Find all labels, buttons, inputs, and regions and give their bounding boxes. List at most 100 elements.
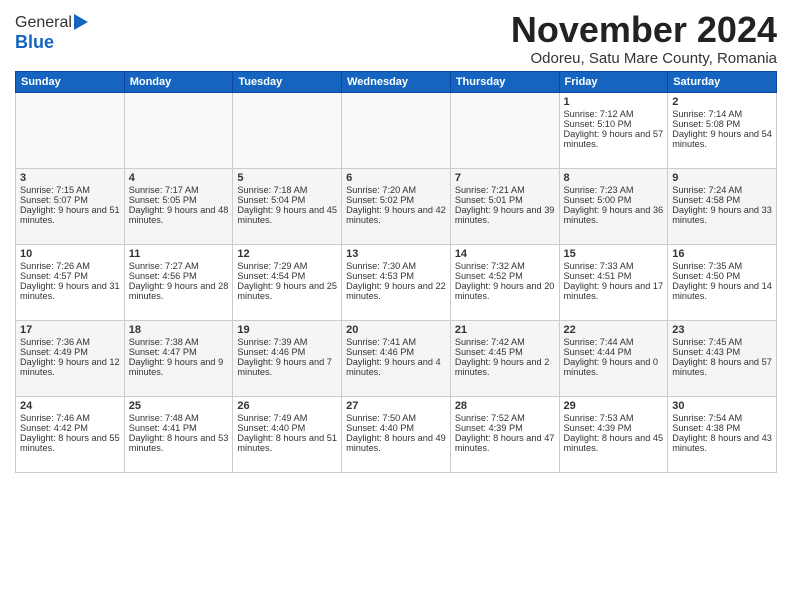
day-info-line: Daylight: 8 hours and 43 minutes. bbox=[672, 433, 772, 453]
day-number: 18 bbox=[129, 324, 229, 336]
day-info-line: Daylight: 8 hours and 49 minutes. bbox=[346, 433, 446, 453]
day-info-line: Sunrise: 7:52 AM bbox=[455, 413, 555, 423]
calendar-cell: 11Sunrise: 7:27 AMSunset: 4:56 PMDayligh… bbox=[124, 244, 233, 320]
calendar-cell: 21Sunrise: 7:42 AMSunset: 4:45 PMDayligh… bbox=[450, 320, 559, 396]
col-sunday: Sunday bbox=[16, 71, 125, 92]
calendar-cell: 2Sunrise: 7:14 AMSunset: 5:08 PMDaylight… bbox=[668, 92, 777, 168]
logo-text-block: General Blue bbox=[15, 14, 88, 53]
day-info-line: Daylight: 8 hours and 55 minutes. bbox=[20, 433, 120, 453]
day-number: 3 bbox=[20, 172, 120, 184]
day-info-line: Daylight: 9 hours and 51 minutes. bbox=[20, 205, 120, 225]
calendar-cell: 6Sunrise: 7:20 AMSunset: 5:02 PMDaylight… bbox=[342, 168, 451, 244]
day-info-line: Sunset: 5:08 PM bbox=[672, 119, 772, 129]
calendar-week-row: 3Sunrise: 7:15 AMSunset: 5:07 PMDaylight… bbox=[16, 168, 777, 244]
day-info-line: Daylight: 9 hours and 20 minutes. bbox=[455, 281, 555, 301]
day-info-line: Daylight: 9 hours and 2 minutes. bbox=[455, 357, 555, 377]
day-number: 1 bbox=[564, 96, 664, 108]
calendar-cell: 28Sunrise: 7:52 AMSunset: 4:39 PMDayligh… bbox=[450, 396, 559, 472]
calendar-cell: 1Sunrise: 7:12 AMSunset: 5:10 PMDaylight… bbox=[559, 92, 668, 168]
day-number: 10 bbox=[20, 248, 120, 260]
calendar-cell: 8Sunrise: 7:23 AMSunset: 5:00 PMDaylight… bbox=[559, 168, 668, 244]
day-number: 12 bbox=[237, 248, 337, 260]
day-info-line: Sunrise: 7:20 AM bbox=[346, 185, 446, 195]
day-info-line: Sunset: 4:51 PM bbox=[564, 271, 664, 281]
calendar-cell: 13Sunrise: 7:30 AMSunset: 4:53 PMDayligh… bbox=[342, 244, 451, 320]
day-info-line: Sunrise: 7:42 AM bbox=[455, 337, 555, 347]
day-number: 22 bbox=[564, 324, 664, 336]
col-wednesday: Wednesday bbox=[342, 71, 451, 92]
day-info-line: Daylight: 9 hours and 45 minutes. bbox=[237, 205, 337, 225]
calendar-cell: 24Sunrise: 7:46 AMSunset: 4:42 PMDayligh… bbox=[16, 396, 125, 472]
day-info-line: Sunrise: 7:35 AM bbox=[672, 261, 772, 271]
day-number: 14 bbox=[455, 248, 555, 260]
day-info-line: Sunrise: 7:44 AM bbox=[564, 337, 664, 347]
calendar-cell: 18Sunrise: 7:38 AMSunset: 4:47 PMDayligh… bbox=[124, 320, 233, 396]
calendar-cell: 17Sunrise: 7:36 AMSunset: 4:49 PMDayligh… bbox=[16, 320, 125, 396]
day-info-line: Daylight: 8 hours and 53 minutes. bbox=[129, 433, 229, 453]
day-info-line: Sunset: 4:44 PM bbox=[564, 347, 664, 357]
day-number: 17 bbox=[20, 324, 120, 336]
day-info-line: Daylight: 9 hours and 54 minutes. bbox=[672, 129, 772, 149]
day-info-line: Sunrise: 7:24 AM bbox=[672, 185, 772, 195]
calendar-cell: 5Sunrise: 7:18 AMSunset: 5:04 PMDaylight… bbox=[233, 168, 342, 244]
day-number: 11 bbox=[129, 248, 229, 260]
location-subtitle: Odoreu, Satu Mare County, Romania bbox=[511, 50, 777, 67]
calendar-cell bbox=[342, 92, 451, 168]
calendar-cell: 22Sunrise: 7:44 AMSunset: 4:44 PMDayligh… bbox=[559, 320, 668, 396]
logo-arrow-icon bbox=[74, 14, 88, 30]
day-info-line: Sunrise: 7:41 AM bbox=[346, 337, 446, 347]
calendar-week-row: 17Sunrise: 7:36 AMSunset: 4:49 PMDayligh… bbox=[16, 320, 777, 396]
month-title: November 2024 bbox=[511, 10, 777, 50]
day-info-line: Sunset: 4:56 PM bbox=[129, 271, 229, 281]
day-info-line: Sunset: 4:39 PM bbox=[455, 423, 555, 433]
day-number: 21 bbox=[455, 324, 555, 336]
day-number: 8 bbox=[564, 172, 664, 184]
page-container: General Blue November 2024 Odoreu, Satu … bbox=[0, 0, 792, 483]
calendar-cell: 4Sunrise: 7:17 AMSunset: 5:05 PMDaylight… bbox=[124, 168, 233, 244]
day-info-line: Daylight: 8 hours and 57 minutes. bbox=[672, 357, 772, 377]
day-info-line: Sunset: 5:04 PM bbox=[237, 195, 337, 205]
day-info-line: Sunset: 5:05 PM bbox=[129, 195, 229, 205]
day-info-line: Sunrise: 7:15 AM bbox=[20, 185, 120, 195]
calendar-cell bbox=[233, 92, 342, 168]
calendar-cell bbox=[450, 92, 559, 168]
day-info-line: Sunset: 5:10 PM bbox=[564, 119, 664, 129]
day-info-line: Sunrise: 7:49 AM bbox=[237, 413, 337, 423]
day-info-line: Sunset: 4:40 PM bbox=[346, 423, 446, 433]
calendar-week-row: 10Sunrise: 7:26 AMSunset: 4:57 PMDayligh… bbox=[16, 244, 777, 320]
day-info-line: Daylight: 9 hours and 57 minutes. bbox=[564, 129, 664, 149]
logo-general: General bbox=[15, 14, 72, 32]
day-info-line: Sunset: 4:53 PM bbox=[346, 271, 446, 281]
calendar-cell: 12Sunrise: 7:29 AMSunset: 4:54 PMDayligh… bbox=[233, 244, 342, 320]
calendar-cell: 29Sunrise: 7:53 AMSunset: 4:39 PMDayligh… bbox=[559, 396, 668, 472]
day-info-line: Sunrise: 7:17 AM bbox=[129, 185, 229, 195]
day-info-line: Daylight: 9 hours and 14 minutes. bbox=[672, 281, 772, 301]
day-number: 9 bbox=[672, 172, 772, 184]
day-info-line: Sunrise: 7:23 AM bbox=[564, 185, 664, 195]
day-info-line: Sunset: 4:58 PM bbox=[672, 195, 772, 205]
day-info-line: Sunset: 5:02 PM bbox=[346, 195, 446, 205]
day-info-line: Daylight: 9 hours and 33 minutes. bbox=[672, 205, 772, 225]
day-info-line: Sunset: 4:39 PM bbox=[564, 423, 664, 433]
day-info-line: Sunset: 4:57 PM bbox=[20, 271, 120, 281]
day-info-line: Sunset: 4:42 PM bbox=[20, 423, 120, 433]
day-info-line: Sunset: 4:43 PM bbox=[672, 347, 772, 357]
calendar-cell: 26Sunrise: 7:49 AMSunset: 4:40 PMDayligh… bbox=[233, 396, 342, 472]
day-info-line: Daylight: 9 hours and 0 minutes. bbox=[564, 357, 664, 377]
day-info-line: Daylight: 9 hours and 4 minutes. bbox=[346, 357, 446, 377]
day-info-line: Sunset: 5:00 PM bbox=[564, 195, 664, 205]
day-info-line: Sunrise: 7:29 AM bbox=[237, 261, 337, 271]
day-info-line: Sunrise: 7:12 AM bbox=[564, 109, 664, 119]
calendar-cell: 19Sunrise: 7:39 AMSunset: 4:46 PMDayligh… bbox=[233, 320, 342, 396]
day-info-line: Daylight: 9 hours and 22 minutes. bbox=[346, 281, 446, 301]
day-info-line: Sunset: 4:46 PM bbox=[346, 347, 446, 357]
day-info-line: Sunset: 4:52 PM bbox=[455, 271, 555, 281]
header: General Blue November 2024 Odoreu, Satu … bbox=[15, 10, 777, 67]
day-info-line: Daylight: 8 hours and 45 minutes. bbox=[564, 433, 664, 453]
calendar-cell: 25Sunrise: 7:48 AMSunset: 4:41 PMDayligh… bbox=[124, 396, 233, 472]
title-block: November 2024 Odoreu, Satu Mare County, … bbox=[511, 10, 777, 67]
day-number: 15 bbox=[564, 248, 664, 260]
day-info-line: Sunrise: 7:38 AM bbox=[129, 337, 229, 347]
day-info-line: Daylight: 9 hours and 31 minutes. bbox=[20, 281, 120, 301]
day-info-line: Sunset: 4:38 PM bbox=[672, 423, 772, 433]
